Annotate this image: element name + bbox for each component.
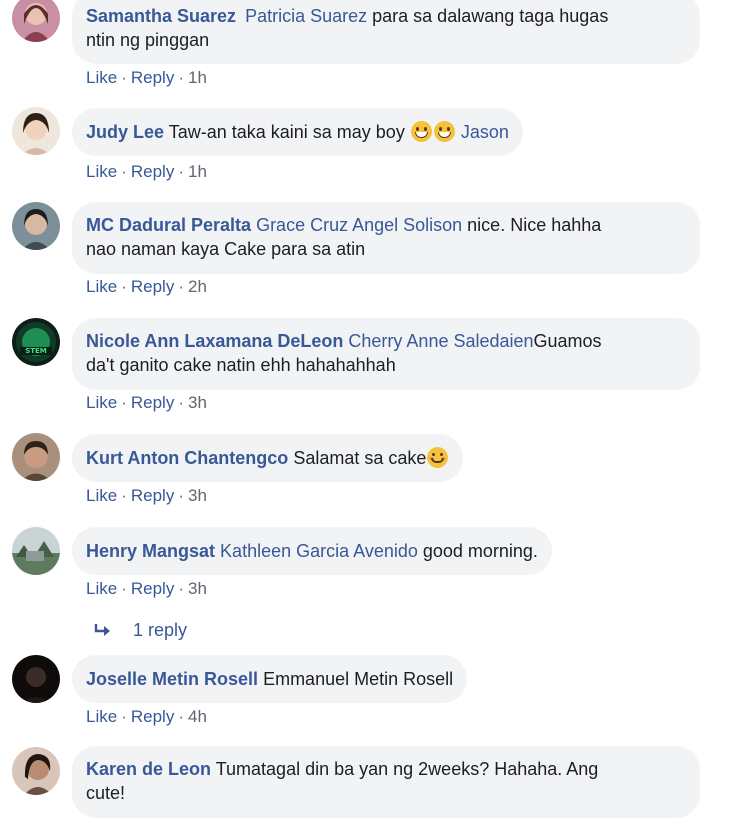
- comment-bubble: Nicole Ann Laxamana DeLeon Cherry Anne S…: [72, 318, 700, 390]
- comment-bubble: Samantha Suarez Patricia Suarez para sa …: [72, 0, 700, 64]
- separator: ·: [121, 68, 127, 87]
- comment-author[interactable]: Joselle Metin Rosell: [86, 669, 258, 689]
- separator: ·: [178, 162, 184, 181]
- reply-count[interactable]: 1 reply: [133, 620, 187, 640]
- avatar[interactable]: [12, 0, 60, 42]
- comment-actions: Like · Reply · 2h: [86, 277, 207, 297]
- tagged-user[interactable]: Grace Cruz Angel Solison: [251, 215, 462, 235]
- timestamp[interactable]: 1h: [188, 162, 207, 181]
- comment-bubble: Joselle Metin Rosell Emmanuel Metin Rose…: [72, 655, 468, 703]
- svg-text:STEM: STEM: [25, 347, 47, 355]
- grinning-squinting-face-icon: [433, 121, 455, 142]
- tagged-user[interactable]: Jason: [456, 122, 509, 142]
- comment-text: Salamat sa cake: [288, 448, 427, 468]
- tagged-user[interactable]: Cherry Anne Saledaien: [343, 331, 533, 351]
- separator: ·: [121, 486, 127, 505]
- separator: ·: [178, 393, 184, 412]
- avatar[interactable]: [12, 747, 60, 795]
- avatar[interactable]: [12, 655, 60, 703]
- separator: ·: [178, 68, 184, 87]
- like-link[interactable]: Like: [86, 579, 117, 598]
- reply-link[interactable]: Reply: [131, 393, 174, 412]
- comment-text: para sa dalawang taga hugas: [367, 6, 609, 26]
- comment-actions: Like · Reply · 3h: [86, 393, 207, 413]
- separator: ·: [178, 579, 184, 598]
- comment-author[interactable]: Kurt Anton Chantengco: [86, 448, 288, 468]
- avatar-image: [12, 527, 60, 575]
- like-link[interactable]: Like: [86, 68, 117, 87]
- comment-author[interactable]: MC Dadural Peralta: [86, 215, 251, 235]
- timestamp[interactable]: 4h: [188, 707, 207, 726]
- separator: ·: [178, 277, 184, 296]
- avatar[interactable]: STEM: [12, 318, 60, 366]
- comment-actions: Like · Reply · 4h: [86, 707, 207, 727]
- comment-bubble: MC Dadural Peralta Grace Cruz Angel Soli…: [72, 202, 700, 274]
- avatar-image: [12, 747, 60, 795]
- comment-actions: Like · Reply · 1h: [86, 68, 207, 88]
- grinning-squinting-face-icon: [410, 121, 432, 142]
- reply-link[interactable]: Reply: [131, 68, 174, 87]
- comment-actions: Like · Reply · 3h: [86, 486, 207, 506]
- tagged-user[interactable]: Patricia Suarez: [245, 6, 367, 26]
- avatar-image: [12, 202, 60, 250]
- separator: ·: [178, 486, 184, 505]
- comment-text: Taw-an taka kaini sa may boy: [164, 122, 410, 142]
- comment-actions: Like · Reply · 3h: [86, 579, 207, 599]
- avatar-image: [12, 107, 60, 155]
- comment-text: Emmanuel Metin Rosell: [258, 669, 454, 689]
- avatar[interactable]: [12, 527, 60, 575]
- timestamp[interactable]: 3h: [188, 486, 207, 505]
- comment-text-continued: ntin ng pinggan: [86, 30, 210, 50]
- view-replies-link[interactable]: 1 reply: [94, 620, 187, 640]
- comment-text: Tumatagal din ba yan ng 2weeks? Hahaha. …: [211, 759, 599, 779]
- comment-text-continued: nao naman kaya Cake para sa atin: [86, 239, 366, 259]
- timestamp[interactable]: 3h: [188, 579, 207, 598]
- comment-text-continued: cute!: [86, 783, 126, 803]
- comment-bubble: Henry Mangsat Kathleen Garcia Avenido go…: [72, 527, 552, 575]
- tagged-user[interactable]: Kathleen Garcia Avenido: [215, 541, 418, 561]
- comment-text-continued: da't ganito cake natin ehh hahahahhah: [86, 355, 396, 375]
- reply-link[interactable]: Reply: [131, 707, 174, 726]
- avatar-image: [12, 0, 60, 42]
- avatar-image: STEM: [12, 318, 60, 366]
- reply-link[interactable]: Reply: [131, 277, 174, 296]
- smiling-face-icon: [427, 447, 449, 468]
- comment-text: nice. Nice hahha: [462, 215, 602, 235]
- separator: ·: [178, 707, 184, 726]
- avatar[interactable]: [12, 107, 60, 155]
- reply-link[interactable]: Reply: [131, 486, 174, 505]
- timestamp[interactable]: 1h: [188, 68, 207, 87]
- comment-text: good morning.: [417, 541, 538, 561]
- reply-link[interactable]: Reply: [131, 579, 174, 598]
- reply-arrow-icon: [94, 624, 110, 636]
- separator: ·: [121, 393, 127, 412]
- comment-author[interactable]: Samantha Suarez: [86, 6, 236, 26]
- timestamp[interactable]: 3h: [188, 393, 207, 412]
- comment-author[interactable]: Henry Mangsat: [86, 541, 215, 561]
- like-link[interactable]: Like: [86, 707, 117, 726]
- avatar-image: [12, 655, 60, 703]
- comment-actions: Like · Reply · 1h: [86, 162, 207, 182]
- comment-bubble: Kurt Anton Chantengco Salamat sa cake: [72, 434, 464, 482]
- comment-author[interactable]: Karen de Leon: [86, 759, 211, 779]
- like-link[interactable]: Like: [86, 486, 117, 505]
- separator: ·: [121, 707, 127, 726]
- timestamp[interactable]: 2h: [188, 277, 207, 296]
- separator: ·: [121, 579, 127, 598]
- avatar[interactable]: [12, 433, 60, 481]
- comment-author[interactable]: Judy Lee: [86, 122, 164, 142]
- avatar[interactable]: [12, 202, 60, 250]
- comment-bubble: Karen de Leon Tumatagal din ba yan ng 2w…: [72, 746, 700, 818]
- avatar-image: [12, 433, 60, 481]
- like-link[interactable]: Like: [86, 277, 117, 296]
- like-link[interactable]: Like: [86, 162, 117, 181]
- like-link[interactable]: Like: [86, 393, 117, 412]
- comment-bubble: Judy Lee Taw-an taka kaini sa may boy Ja…: [72, 108, 523, 156]
- comment-author[interactable]: Nicole Ann Laxamana DeLeon: [86, 331, 343, 351]
- separator: ·: [121, 277, 127, 296]
- comment-text: Guamos: [533, 331, 602, 351]
- reply-link[interactable]: Reply: [131, 162, 174, 181]
- separator: ·: [121, 162, 127, 181]
